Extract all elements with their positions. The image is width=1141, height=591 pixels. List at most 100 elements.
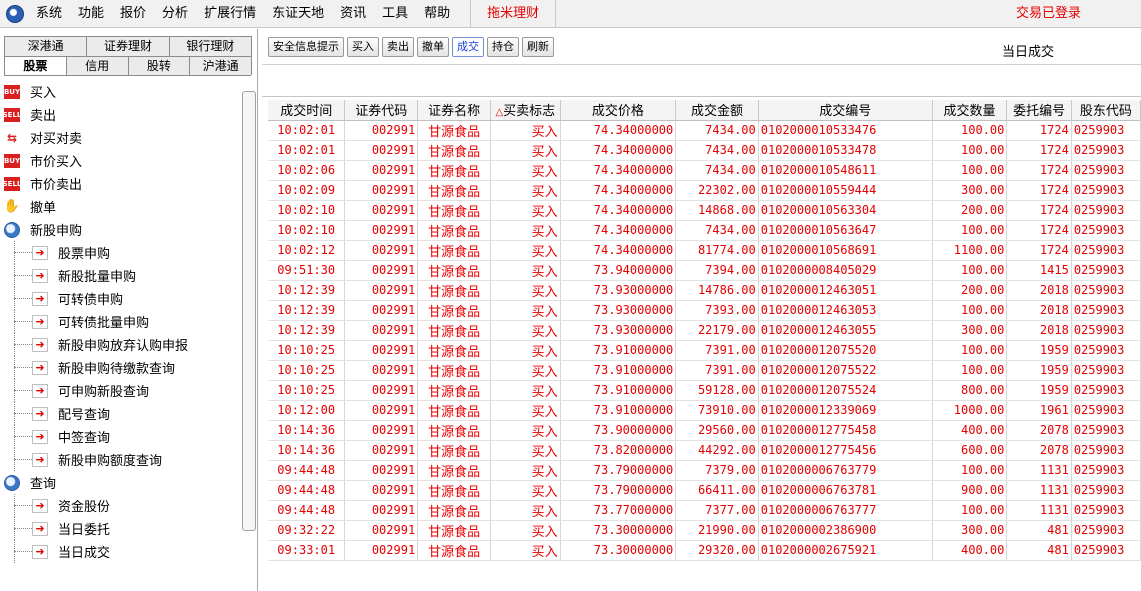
table-cell: 7434.00 [675,120,759,141]
menu-function[interactable]: 功能 [70,0,112,28]
table-row[interactable]: 10:10:25 002991 甘源食品 买入 73.91000000 59128.00 0… [268,380,1141,401]
table-row[interactable]: 10:12:39 002991 甘源食品 买入 73.93000000 14786.00 0… [268,280,1141,301]
menu-tuomi-finance[interactable]: 拖米理财 [470,0,557,28]
table-cell: 买入 [490,200,561,221]
menu-analysis[interactable]: 分析 [154,0,196,28]
menu-system[interactable]: 系统 [28,0,70,28]
tree-item[interactable]: ➜ 新股申购额度查询 [0,448,240,471]
security-info-button[interactable]: 安全信息提示 [268,36,344,57]
tree-item[interactable]: ✋ 撤单 [0,195,240,218]
tree-item[interactable]: ➜ 可转债批量申购 [0,310,240,333]
column-header[interactable]: 成交价格 [560,100,677,121]
column-header[interactable]: 成交金额 [675,100,759,121]
tree-item[interactable]: ➜ 新股申购待缴款查询 [0,356,240,379]
tree-item[interactable]: ➜ 新股申购放弃认购申报 [0,333,240,356]
tree-item[interactable]: ➜ 当日成交 [0,540,240,563]
table-cell: 73.91000000 [560,340,677,361]
tab-bank-wealth[interactable]: 银行理财 [168,36,252,56]
tree-item[interactable]: ➜ 配号查询 [0,402,240,425]
tab-shenzhen-hk[interactable]: 深港通 [4,36,88,56]
table-cell: 0102000008405029 [758,260,933,281]
table-cell: 甘源食品 [417,300,491,321]
table-row[interactable]: 09:44:48 002991 甘源食品 买入 73.79000000 7379.00 01… [268,460,1141,481]
table-cell: 0259903 [1071,140,1141,161]
table-row[interactable]: 09:33:01 002991 甘源食品 买入 73.30000000 29320.00 0… [268,540,1141,561]
buy-button[interactable]: 买入 [347,36,379,57]
column-header[interactable]: 成交数量 [932,100,1008,121]
menu-quote[interactable]: 报价 [112,0,154,28]
table-row[interactable]: 09:51:30 002991 甘源食品 买入 73.94000000 7394.00 01… [268,260,1141,281]
table-cell: 1724 [1006,220,1072,241]
tab-stocks[interactable]: 股票 [4,56,67,75]
table-cell: 0102000012075524 [758,380,933,401]
menu-tools[interactable]: 工具 [374,0,416,28]
table-cell: 10:12:39 [268,280,346,301]
menu-dongzheng-tiandi[interactable]: 东证天地 [264,0,332,28]
table-row[interactable]: 09:44:48 002991 甘源食品 买入 73.77000000 7377.00 01… [268,500,1141,521]
tree-item[interactable]: ➜ 资金股份 [0,494,240,517]
table-cell: 0102000012463053 [758,300,933,321]
tree-item[interactable]: 查询 [0,471,240,494]
table-cell: 481 [1006,520,1072,541]
tab-securities-wealth[interactable]: 证券理财 [86,36,170,56]
function-tree: BUY 买入 SELL 卖出 ⇆ 对买对卖 BUY 市价买入 SELL 市价卖出 ✋ 撤单 新股申购 ➜ 股… [0,80,240,591]
table-row[interactable]: 10:12:39 002991 甘源食品 买入 73.93000000 22179.00 0… [268,320,1141,341]
table-row[interactable]: 10:12:39 002991 甘源食品 买入 73.93000000 7393.00 01… [268,300,1141,321]
positions-button[interactable]: 持仓 [487,36,519,57]
tree-item[interactable]: ➜ 新股批量申购 [0,264,240,287]
table-row[interactable]: 10:02:10 002991 甘源食品 买入 74.34000000 7434.00 01… [268,220,1141,241]
table-row[interactable]: 10:02:01 002991 甘源食品 买入 74.34000000 7434.00 01… [268,120,1141,141]
menu-help[interactable]: 帮助 [416,0,458,28]
table-row[interactable]: 10:02:12 002991 甘源食品 买入 74.34000000 81774.00 0… [268,240,1141,261]
table-row[interactable]: 10:14:36 002991 甘源食品 买入 73.90000000 29560.00 0… [268,420,1141,441]
tree-scrollbar[interactable] [242,91,256,531]
table-row[interactable]: 10:12:00 002991 甘源食品 买入 73.91000000 73910.00 0… [268,400,1141,421]
tab-credit[interactable]: 信用 [65,56,129,75]
table-row[interactable]: 10:10:25 002991 甘源食品 买入 73.91000000 7391.00 01… [268,360,1141,381]
column-header[interactable]: 成交编号 [758,100,933,121]
cancel-order-button[interactable]: 撤单 [417,36,449,57]
table-row[interactable]: 10:02:10 002991 甘源食品 买入 74.34000000 14868.00 0… [268,200,1141,221]
trades-grid[interactable]: 成交时间 证券代码 证券名称 △买卖标志 成交价格 成交金额 成交编号 成交数量 委托编号 股东代… [268,100,1141,591]
tree-item-label: 新股申购额度查询 [58,454,163,469]
tree-item[interactable]: ➜ 可申购新股查询 [0,379,240,402]
table-cell: 2078 [1006,420,1072,441]
tree-item[interactable]: SELL 卖出 [0,103,240,126]
table-cell: 002991 [344,320,419,341]
tree-item[interactable]: ➜ 可转债申购 [0,287,240,310]
table-cell: 0102000012339069 [758,400,933,421]
table-row[interactable]: 10:02:06 002991 甘源食品 买入 74.34000000 7434.00 01… [268,160,1141,181]
table-row[interactable]: 10:10:25 002991 甘源食品 买入 73.91000000 7391.00 01… [268,340,1141,361]
tree-item[interactable]: BUY 买入 [0,80,240,103]
tree-item[interactable]: BUY 市价买入 [0,149,240,172]
column-header[interactable]: 证券名称 [417,100,491,121]
table-row[interactable]: 10:02:09 002991 甘源食品 买入 74.34000000 22302.00 0… [268,180,1141,201]
tree-item[interactable]: ➜ 当日委托 [0,517,240,540]
column-header-label: 成交价格 [591,104,644,120]
table-row[interactable]: 09:32:22 002991 甘源食品 买入 73.30000000 21990.00 0… [268,520,1141,541]
tree-item[interactable]: ➜ 股票申购 [0,241,240,264]
column-header[interactable]: 成交时间 [268,100,346,121]
tree-item[interactable]: 新股申购 [0,218,240,241]
refresh-button[interactable]: 刷新 [522,36,554,57]
menu-news[interactable]: 资讯 [332,0,374,28]
column-header[interactable]: 股东代码 [1071,100,1141,121]
tree-item[interactable]: SELL 市价卖出 [0,172,240,195]
column-header[interactable]: 证券代码 [344,100,419,121]
table-cell: 002991 [344,340,419,361]
table-row[interactable]: 09:44:48 002991 甘源食品 买入 73.79000000 66411.00 0… [268,480,1141,501]
tree-item[interactable]: ➜ 中签查询 [0,425,240,448]
trades-button[interactable]: 成交 [452,36,484,57]
tab-shanghai-hk[interactable]: 沪港通 [189,56,252,75]
table-cell: 10:14:36 [268,440,346,461]
tree-item-label: 新股批量申购 [58,270,137,285]
menu-extended-quotes[interactable]: 扩展行情 [196,0,264,28]
table-row[interactable]: 10:02:01 002991 甘源食品 买入 74.34000000 7434.00 01… [268,140,1141,161]
tree-item[interactable]: ⇆ 对买对卖 [0,126,240,149]
column-header[interactable]: △买卖标志 [490,100,561,121]
column-header[interactable]: 委托编号 [1006,100,1072,121]
table-cell: 甘源食品 [417,320,491,341]
sell-button[interactable]: 卖出 [382,36,414,57]
table-row[interactable]: 10:14:36 002991 甘源食品 买入 73.82000000 44292.00 0… [268,440,1141,461]
tab-share-transfer[interactable]: 股转 [127,56,191,75]
